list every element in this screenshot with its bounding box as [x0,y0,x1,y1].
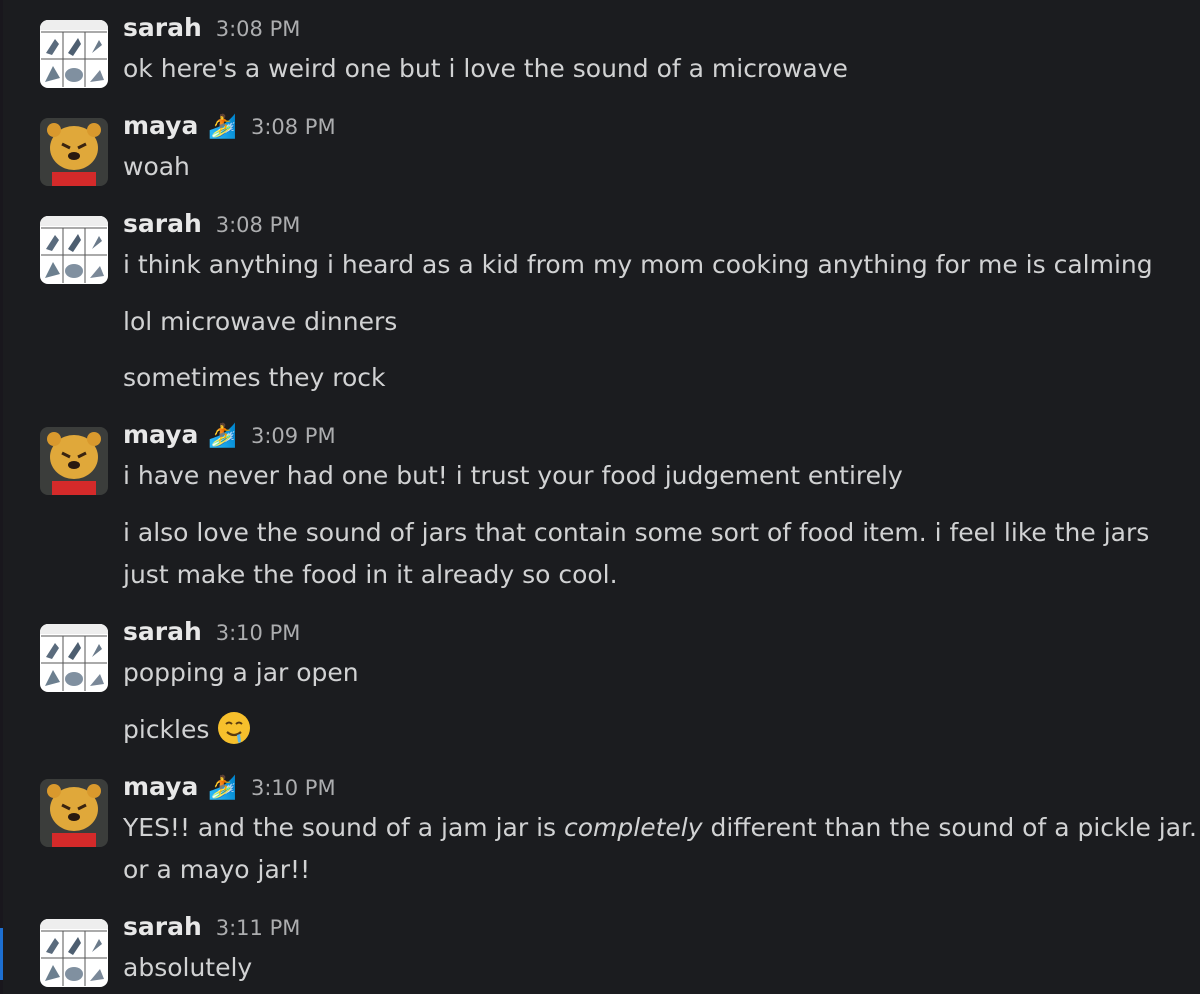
message-header: maya 🏄 3:10 PM [123,767,336,807]
message-text: i also love the sound of jars that conta… [123,518,1150,547]
timestamp[interactable]: 3:10 PM [216,613,301,653]
maya-avatar-icon[interactable] [40,779,108,847]
message-header: maya 🏄 3:09 PM [123,415,336,455]
active-message-marker [0,928,3,980]
message-text: just make the food in it already so cool… [123,560,618,589]
username[interactable]: maya [123,106,198,146]
username[interactable]: sarah [123,8,202,48]
username[interactable]: sarah [123,907,202,947]
captcha-grid-icon [40,216,108,284]
message-header: sarah 3:10 PM [123,612,300,652]
message-text: lol microwave dinners [123,307,398,336]
timestamp[interactable]: 3:08 PM [251,107,336,147]
message-header: sarah 3:08 PM [123,204,300,244]
timestamp[interactable]: 3:08 PM [216,205,301,245]
sarah-avatar-icon[interactable] [40,919,108,987]
captcha-grid-icon [40,624,108,692]
sarah-avatar-icon[interactable] [40,216,108,284]
surfer-status-icon[interactable]: 🏄 [208,416,237,456]
emphasized-text: completely [564,813,703,842]
message-text-part: different than the sound of a pickle jar… [702,813,1197,842]
message-text: ok here's a weird one but i love the sou… [123,54,848,83]
username[interactable]: maya [123,415,198,455]
timestamp[interactable]: 3:08 PM [216,9,301,49]
maya-avatar-icon[interactable] [40,427,108,495]
pooh-bear-icon [40,118,108,186]
message-header: maya 🏄 3:08 PM [123,106,336,146]
username[interactable]: maya [123,767,198,807]
surfer-status-icon[interactable]: 🏄 [208,768,237,808]
message-text: YES!! and the sound of a jam jar is comp… [123,807,1197,849]
maya-avatar-icon[interactable] [40,118,108,186]
drooling-face-icon [217,711,251,758]
message-text: or a mayo jar!! [123,855,311,884]
message-header: sarah 3:08 PM [123,8,300,48]
pooh-bear-icon [40,779,108,847]
left-rail [0,0,3,994]
message-text: absolutely [123,953,253,982]
message-text-part: YES!! and the sound of a jam jar is [123,813,564,842]
message-text: pickles [123,709,251,758]
message-text: i have never had one but! i trust your f… [123,461,903,490]
message-text: sometimes they rock [123,363,386,392]
pooh-bear-icon [40,427,108,495]
surfer-status-icon[interactable]: 🏄 [208,107,237,147]
message-text: popping a jar open [123,658,359,687]
message-text-content: pickles [123,715,210,744]
timestamp[interactable]: 3:09 PM [251,416,336,456]
sarah-avatar-icon[interactable] [40,624,108,692]
message-text: i think anything i heard as a kid from m… [123,250,1153,279]
captcha-grid-icon [40,20,108,88]
message-header: sarah 3:11 PM [123,907,300,947]
timestamp[interactable]: 3:11 PM [216,908,301,948]
captcha-grid-icon [40,919,108,987]
username[interactable]: sarah [123,204,202,244]
sarah-avatar-icon[interactable] [40,20,108,88]
username[interactable]: sarah [123,612,202,652]
timestamp[interactable]: 3:10 PM [251,768,336,808]
message-text: woah [123,152,190,181]
